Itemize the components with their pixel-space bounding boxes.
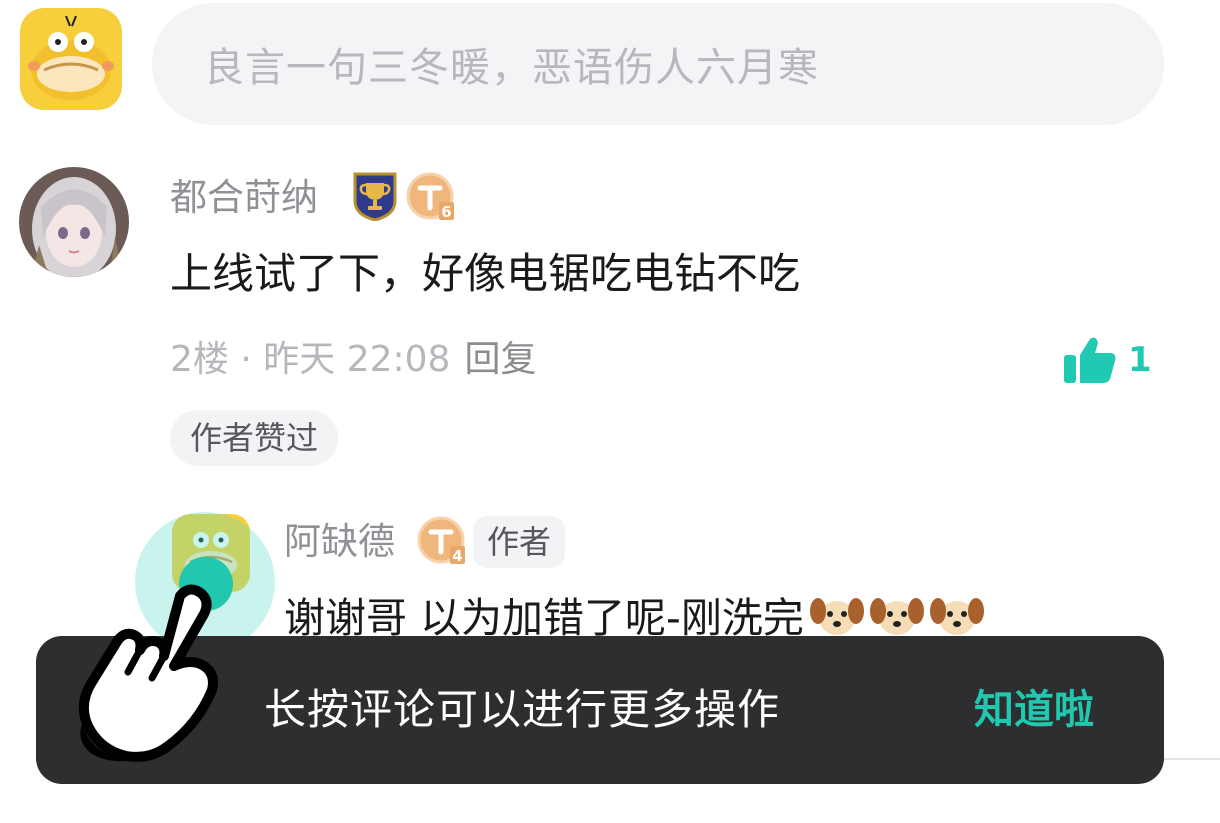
- comment-page: 良言一句三冬暖，恶语伤人六月寒 都合莳纳 6 上线试了下，好像电锯吃电钻不吃 2…: [0, 0, 1220, 823]
- replier-name[interactable]: 阿缺德: [284, 516, 395, 568]
- like-button[interactable]: 1: [1062, 332, 1152, 388]
- comment-input-placeholder: 良言一句三冬暖，恶语伤人六月寒: [204, 45, 819, 91]
- commenter-avatar[interactable]: [19, 167, 129, 277]
- dog-emoji-icon: [869, 598, 924, 635]
- meta-separator: ·: [228, 339, 264, 380]
- dog-emoji-icon: [809, 598, 864, 635]
- reply-button[interactable]: 回复: [464, 339, 536, 380]
- psyduck-avatar-icon: [20, 8, 122, 110]
- comment-input[interactable]: 良言一句三冬暖，恶语伤人六月寒: [152, 3, 1164, 125]
- author-tag: 作者: [473, 516, 566, 568]
- dog-emoji-icon: [929, 598, 984, 635]
- level-badge-icon: 6: [406, 172, 454, 221]
- svg-text:4: 4: [452, 547, 462, 565]
- reply-text-content: 谢谢哥 以为加错了呢-刚洗完: [284, 594, 804, 642]
- hint-message: 长按评论可以进行更多操作: [264, 685, 781, 734]
- thumbs-up-icon: [1064, 337, 1116, 383]
- author-liked-tag: 作者赞过: [170, 410, 339, 466]
- commenter-name[interactable]: 都合莳纳: [170, 172, 318, 224]
- comment-time: 昨天 22:08: [263, 339, 451, 380]
- divider: [1164, 758, 1220, 760]
- svg-text:6: 6: [441, 203, 451, 221]
- floor-number: 2楼: [170, 339, 229, 380]
- dismiss-hint-button[interactable]: 知道啦: [974, 636, 1094, 784]
- comment-meta: 2楼 · 昨天 22:08 回复: [170, 334, 536, 386]
- pointing-hand-icon: [78, 584, 218, 762]
- comment-text[interactable]: 上线试了下，好像电锯吃电钻不吃: [170, 244, 800, 304]
- my-avatar[interactable]: [20, 8, 122, 110]
- anime-girl-avatar-icon: [19, 167, 129, 277]
- trophy-badge-icon: [353, 172, 397, 221]
- like-count: 1: [1128, 340, 1152, 380]
- level-badge-icon: 4: [417, 516, 465, 565]
